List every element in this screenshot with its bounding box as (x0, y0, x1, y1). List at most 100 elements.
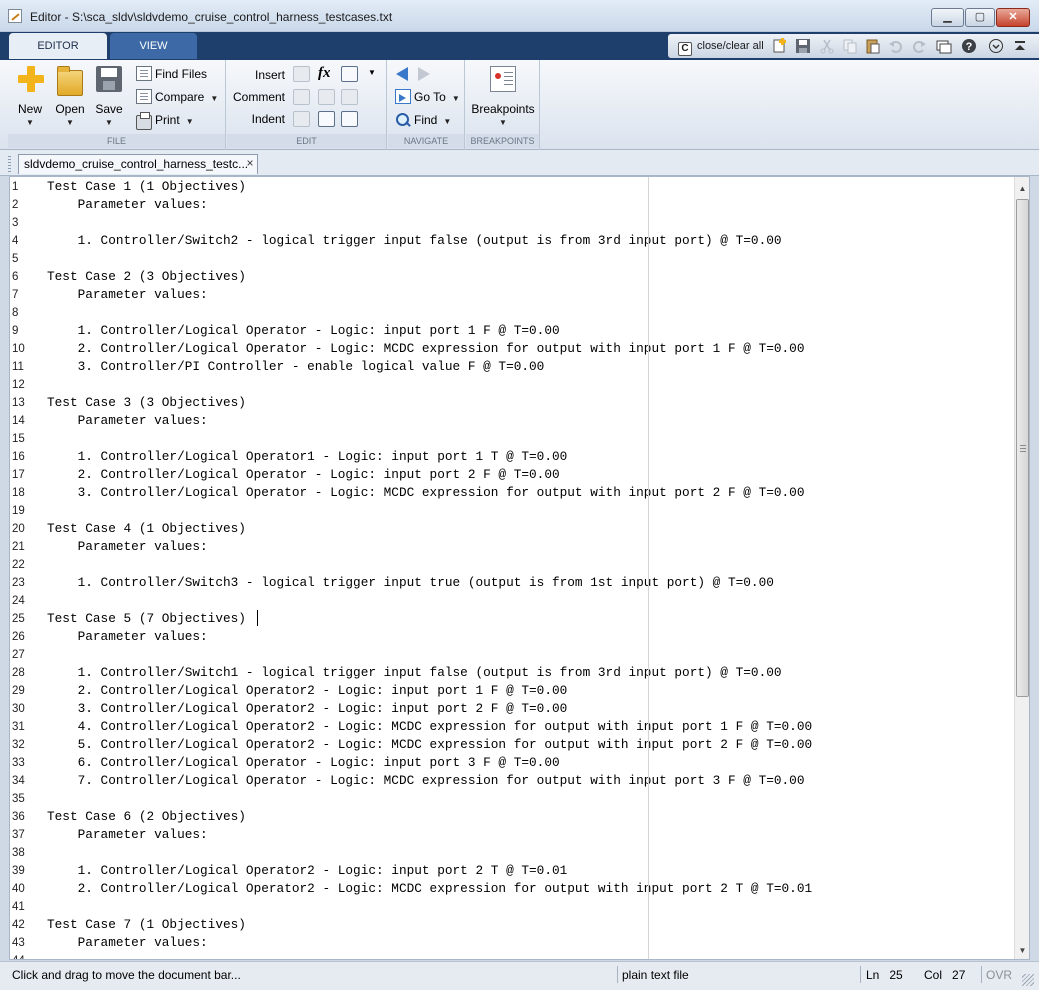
document-tab[interactable]: sldvdemo_cruise_control_harness_testc... (18, 154, 258, 174)
find-files-button[interactable]: Find Files (136, 65, 207, 83)
code-line[interactable]: 7. Controller/Logical Operator - Logic: … (47, 772, 805, 790)
compare-dropdown-icon[interactable]: ▼ (210, 94, 218, 103)
code-line[interactable]: Parameter values: (47, 628, 208, 646)
find-dropdown-icon[interactable]: ▼ (443, 117, 451, 126)
close-tab-icon[interactable]: × (244, 154, 256, 172)
code-line[interactable]: 3. Controller/Logical Operator - Logic: … (47, 484, 805, 502)
code-line[interactable]: 1. Controller/Logical Operator1 - Logic:… (47, 448, 568, 466)
chevron-down-icon[interactable] (988, 38, 1004, 54)
breakpoints-button[interactable]: Breakpoints ▼ (469, 64, 537, 127)
save-icon[interactable] (795, 38, 811, 54)
resize-grip-icon[interactable] (1022, 974, 1034, 986)
document-bar-grip-icon[interactable] (8, 156, 11, 172)
code-line[interactable]: 2. Controller/Logical Operator - Logic: … (47, 466, 560, 484)
code-line[interactable]: Test Case 7 (1 Objectives) (47, 916, 246, 934)
line-number: 23 (12, 577, 25, 589)
save-button[interactable]: Save ▼ (89, 64, 129, 127)
code-line[interactable]: Parameter values: (47, 412, 208, 430)
insert-dropdown-icon[interactable]: ▼ (368, 68, 376, 77)
scroll-up-icon[interactable]: ▲ (1015, 181, 1029, 197)
code-line[interactable]: Test Case 5 (7 Objectives) (47, 610, 246, 628)
insert-function-browser-icon[interactable] (341, 66, 358, 82)
close-clear-all-button[interactable]: Cclose/clear all (678, 37, 770, 56)
code-line[interactable]: 1. Controller/Switch2 - logical trigger … (47, 232, 782, 250)
smart-indent-icon[interactable] (293, 111, 310, 127)
find-button[interactable]: Find ▼ (395, 111, 451, 129)
code-line[interactable]: 5. Controller/Logical Operator2 - Logic:… (47, 736, 813, 754)
code-editor[interactable]: 1 2 3 4 5 6 7 8 9 10 11 12 13 14 15 16 17 18 19 20 21 22 23 24 2… (9, 176, 1030, 960)
indent-label[interactable]: Indent (225, 112, 285, 126)
new-button[interactable]: New ▼ (10, 64, 50, 127)
close-window-button[interactable]: ✕ (996, 8, 1030, 27)
code-line[interactable]: Parameter values: (47, 826, 208, 844)
goto-button[interactable]: Go To ▼ (395, 88, 460, 106)
maximize-button[interactable]: ▢ (965, 8, 995, 27)
code-line[interactable]: Parameter values: (47, 934, 208, 952)
code-line[interactable]: 2. Controller/Logical Operator - Logic: … (47, 340, 805, 358)
code-line[interactable]: 1. Controller/Switch1 - logical trigger … (47, 664, 782, 682)
tab-view[interactable]: VIEW (110, 33, 197, 59)
code-line[interactable]: Parameter values: (47, 196, 208, 214)
code-line[interactable]: 4. Controller/Logical Operator2 - Logic:… (47, 718, 813, 736)
code-line[interactable]: 2. Controller/Logical Operator2 - Logic:… (47, 880, 813, 898)
code-line[interactable]: 3. Controller/PI Controller - enable log… (47, 358, 545, 376)
back-icon[interactable] (396, 67, 408, 84)
minimize-button[interactable]: ▁ (931, 8, 964, 27)
open-button[interactable]: Open ▼ (50, 64, 90, 127)
wrap-comments-icon[interactable] (341, 89, 358, 105)
column-indicator: Col 27 (924, 968, 965, 982)
paste-icon[interactable] (865, 38, 881, 54)
new-dropdown-icon[interactable]: ▼ (10, 118, 50, 127)
redo-icon[interactable] (911, 38, 927, 54)
line-number: 39 (12, 865, 25, 877)
scrollbar-thumb[interactable] (1016, 199, 1029, 697)
print-dropdown-icon[interactable]: ▼ (186, 117, 194, 126)
code-line[interactable]: Test Case 2 (3 Objectives) (47, 268, 246, 286)
comment-icon[interactable] (293, 89, 310, 105)
save-label: Save (95, 102, 123, 116)
code-line[interactable]: 2. Controller/Logical Operator2 - Logic:… (47, 682, 568, 700)
code-line[interactable]: 1. Controller/Switch3 - logical trigger … (47, 574, 774, 592)
code-area[interactable]: Test Case 1 (1 Objectives) Parameter val… (47, 177, 1017, 959)
title-bar[interactable]: Editor - S:\sca_sldv\sldvdemo_cruise_con… (0, 0, 1039, 32)
document-bar[interactable]: sldvdemo_cruise_control_harness_testc...… (0, 150, 1039, 176)
code-line[interactable]: Parameter values: (47, 286, 208, 304)
code-line[interactable]: Test Case 6 (2 Objectives) (47, 808, 246, 826)
goto-dropdown-icon[interactable]: ▼ (452, 94, 460, 103)
help-icon[interactable]: ? (961, 38, 977, 54)
code-line[interactable]: Test Case 4 (1 Objectives) (47, 520, 246, 538)
code-line[interactable]: 6. Controller/Logical Operator - Logic: … (47, 754, 560, 772)
collapse-ribbon-icon[interactable] (1012, 38, 1028, 54)
copy-icon[interactable] (842, 38, 858, 54)
tab-editor[interactable]: EDITOR (9, 33, 107, 59)
vertical-scrollbar[interactable]: ▲ ▼ (1014, 177, 1029, 959)
scroll-down-icon[interactable]: ▼ (1015, 943, 1029, 959)
decrease-indent-icon[interactable] (341, 111, 358, 127)
code-line[interactable]: Parameter values: (47, 538, 208, 556)
increase-indent-icon[interactable] (318, 111, 335, 127)
comment-label[interactable]: Comment (225, 90, 285, 104)
uncomment-icon[interactable] (318, 89, 335, 105)
code-line[interactable]: 1. Controller/Logical Operator2 - Logic:… (47, 862, 568, 880)
switch-windows-icon[interactable] (936, 38, 952, 54)
print-button[interactable]: Print ▼ (136, 111, 194, 130)
compare-button[interactable]: Compare ▼ (136, 88, 218, 106)
forward-icon[interactable] (418, 67, 430, 84)
insert-label[interactable]: Insert (225, 68, 285, 82)
open-dropdown-icon[interactable]: ▼ (50, 118, 90, 127)
insert-function-icon[interactable]: fx (318, 65, 331, 82)
breakpoints-dropdown-icon[interactable]: ▼ (469, 118, 537, 127)
overwrite-indicator: OVR (986, 968, 1013, 982)
file-type-indicator: plain text file (622, 968, 689, 982)
c-icon: C (678, 42, 692, 56)
code-line[interactable]: 3. Controller/Logical Operator2 - Logic:… (47, 700, 568, 718)
code-line[interactable]: Test Case 3 (3 Objectives) (47, 394, 246, 412)
save-dropdown-icon[interactable]: ▼ (89, 118, 129, 127)
undo-icon[interactable] (888, 38, 904, 54)
code-line[interactable]: 1. Controller/Logical Operator - Logic: … (47, 322, 560, 340)
new-script-icon[interactable] (772, 38, 788, 54)
line-number-gutter: 1 2 3 4 5 6 7 8 9 10 11 12 13 14 15 16 17 18 19 20 21 22 23 24 2… (10, 177, 40, 959)
insert-section-icon[interactable] (293, 66, 310, 82)
code-line[interactable]: Test Case 1 (1 Objectives) (47, 178, 246, 196)
cut-icon[interactable] (819, 38, 835, 54)
